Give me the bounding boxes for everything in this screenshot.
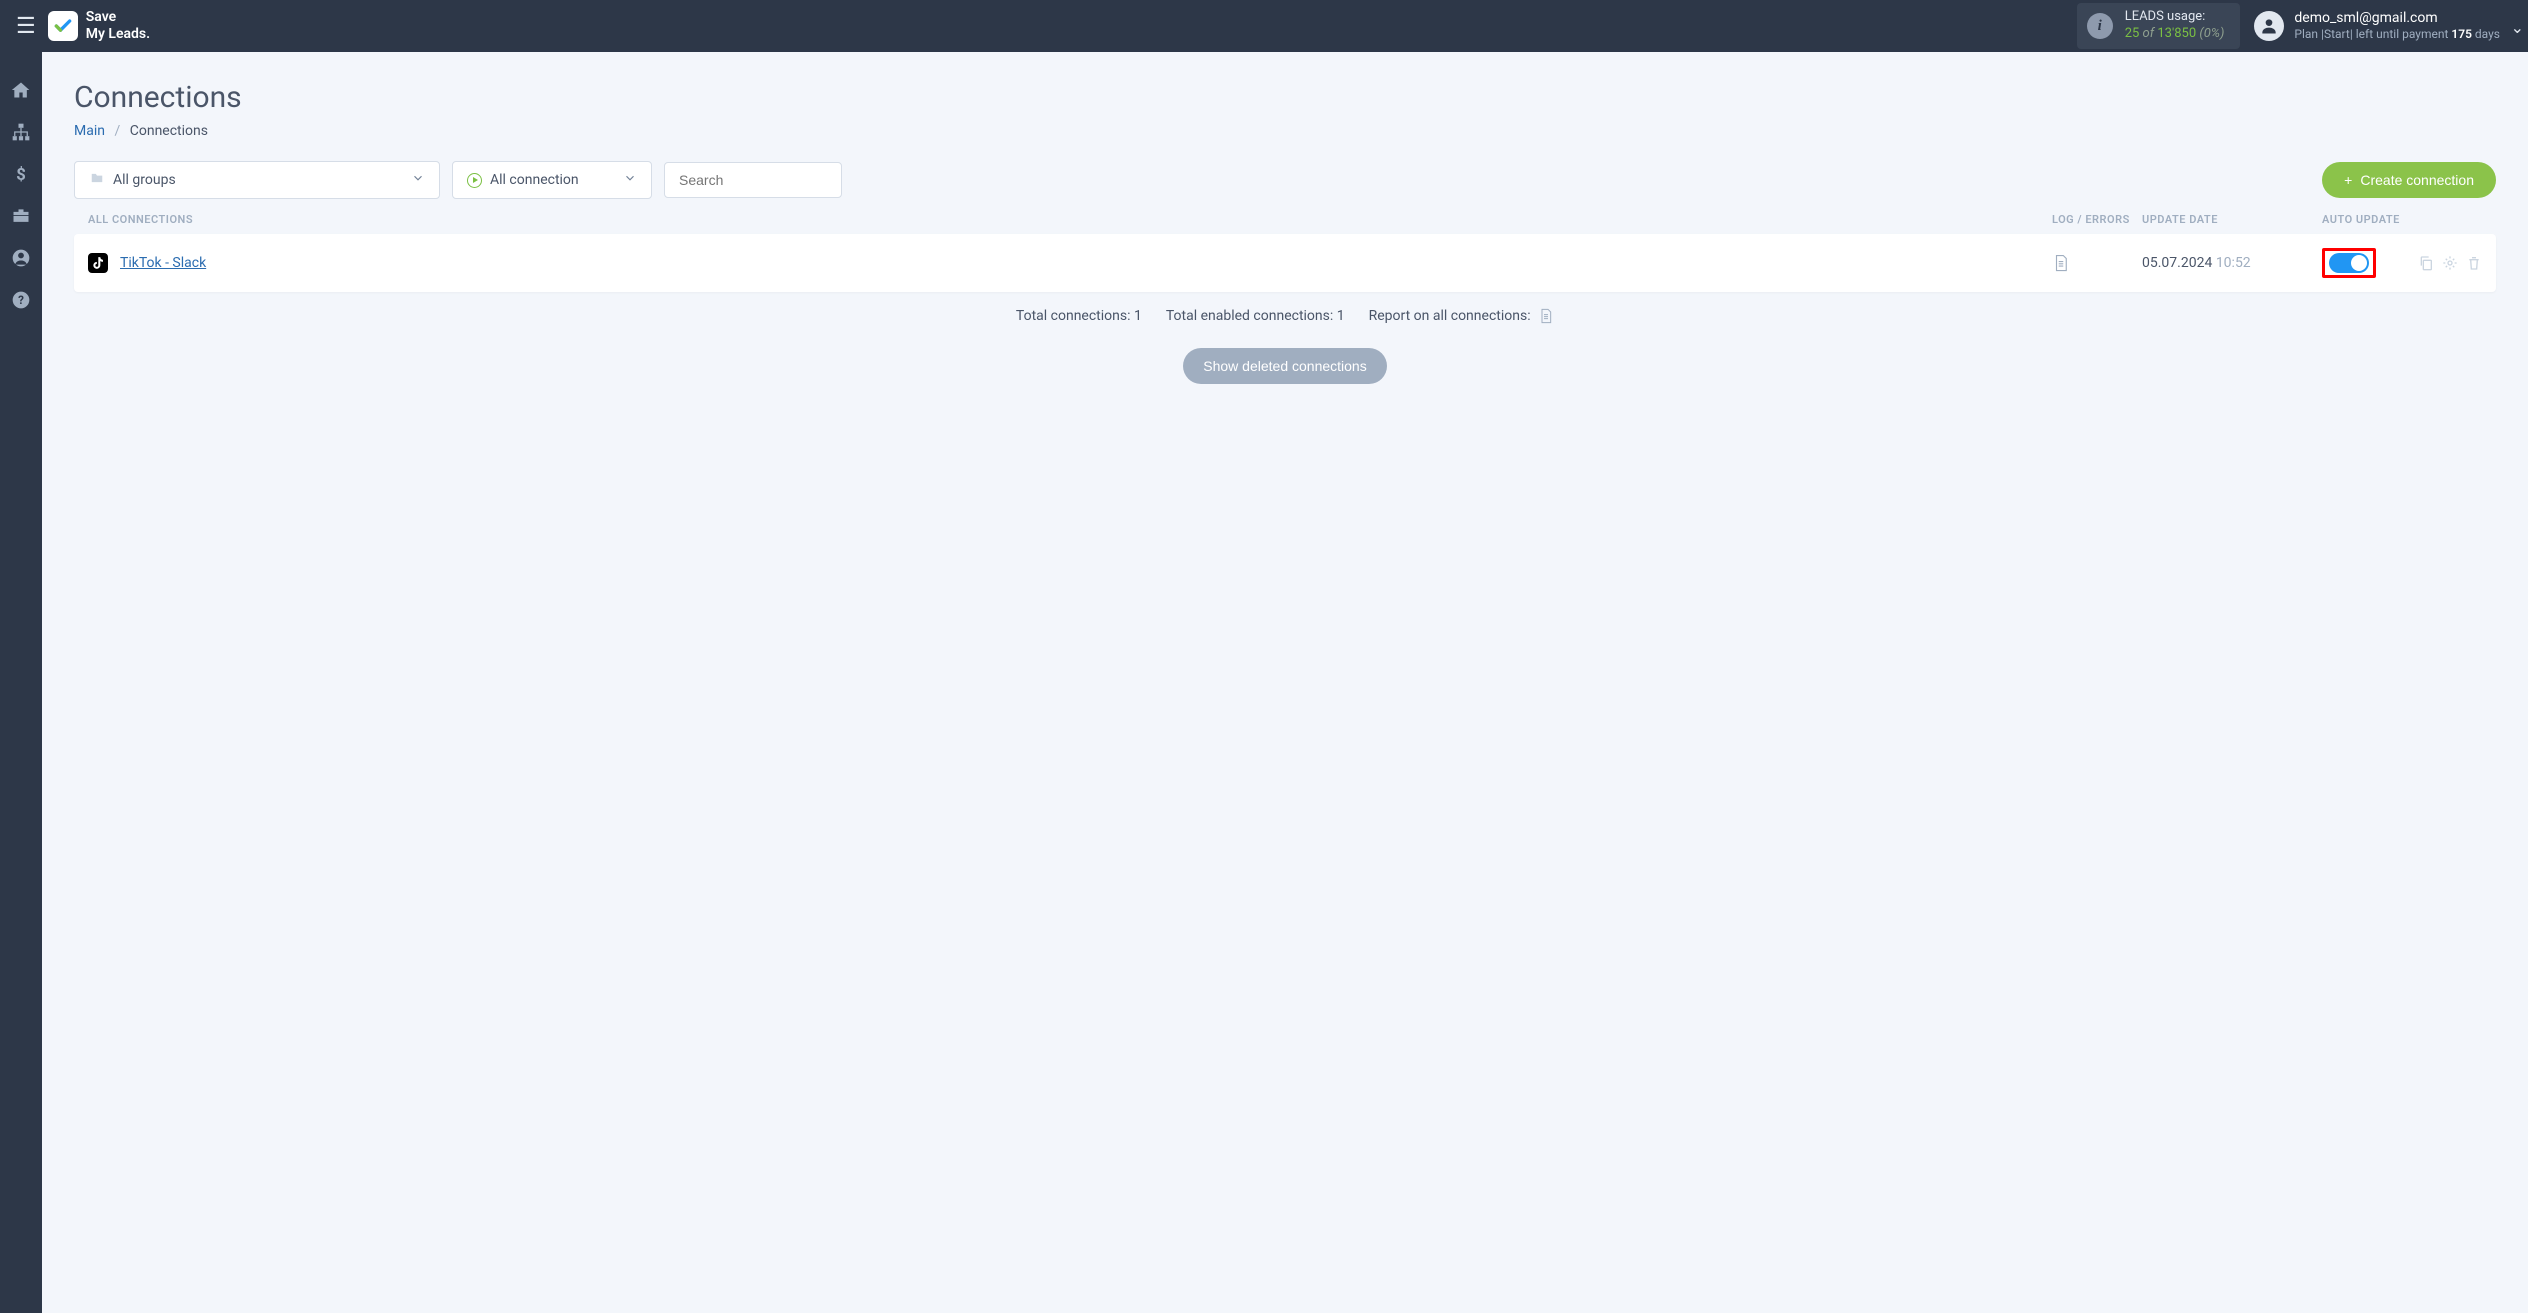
gear-icon[interactable] bbox=[2442, 255, 2458, 271]
connection-row: TikTok - Slack 05.07.2024 10:52 bbox=[74, 234, 2496, 292]
breadcrumb-main-link[interactable]: Main bbox=[74, 123, 105, 139]
status-select[interactable]: All connection bbox=[452, 161, 652, 199]
header-log: LOG / ERRORS bbox=[2052, 213, 2142, 226]
create-button-label: Create connection bbox=[2360, 172, 2474, 188]
folder-icon bbox=[89, 171, 105, 189]
total-connections: Total connections: 1 bbox=[1016, 308, 1142, 324]
show-deleted-button[interactable]: Show deleted connections bbox=[1183, 348, 1386, 384]
usage-text: LEADS usage: 25 of 13'850 (0%) bbox=[2125, 9, 2225, 43]
status-select-label: All connection bbox=[490, 172, 579, 188]
logo-icon bbox=[48, 11, 78, 41]
top-header: ☰ SaveMy Leads. i LEADS usage: 25 of 13'… bbox=[0, 0, 2528, 52]
document-icon bbox=[1538, 308, 1554, 324]
logo-text: SaveMy Leads. bbox=[86, 9, 150, 43]
main-content: Connections Main / Connections All group… bbox=[42, 52, 2528, 412]
help-icon[interactable]: ? bbox=[9, 288, 33, 312]
stats-row: Total connections: 1 Total enabled conne… bbox=[74, 308, 2496, 324]
log-icon[interactable] bbox=[2052, 254, 2142, 272]
breadcrumb-current: Connections bbox=[130, 123, 208, 139]
header-auto: AUTO UPDATE bbox=[2322, 213, 2482, 226]
filter-row: All groups All connection + Create conne… bbox=[74, 161, 2496, 199]
auto-update-cell bbox=[2322, 248, 2402, 278]
groups-select-label: All groups bbox=[113, 172, 176, 188]
info-icon: i bbox=[2087, 13, 2113, 39]
breadcrumb: Main / Connections bbox=[74, 123, 2496, 139]
header-date: UPDATE DATE bbox=[2142, 213, 2322, 226]
avatar-icon bbox=[2254, 11, 2284, 41]
copy-icon[interactable] bbox=[2418, 255, 2434, 271]
user-dropdown-chevron-icon[interactable]: ⌄ bbox=[2511, 18, 2524, 37]
dollar-icon[interactable]: $ bbox=[9, 162, 33, 186]
logo[interactable]: SaveMy Leads. bbox=[48, 9, 150, 43]
search-input[interactable] bbox=[664, 162, 842, 198]
svg-text:?: ? bbox=[18, 293, 24, 307]
report-link[interactable]: Report on all connections: bbox=[1369, 308, 1554, 324]
briefcase-icon[interactable] bbox=[9, 204, 33, 228]
auto-update-toggle[interactable] bbox=[2329, 253, 2369, 273]
trash-icon[interactable] bbox=[2466, 255, 2482, 271]
toggle-highlight bbox=[2322, 248, 2376, 278]
table-header: ALL CONNECTIONS LOG / ERRORS UPDATE DATE… bbox=[74, 213, 2496, 234]
svg-text:$: $ bbox=[16, 166, 26, 184]
row-actions bbox=[2402, 255, 2482, 271]
create-connection-button[interactable]: + Create connection bbox=[2322, 162, 2496, 198]
enabled-connections: Total enabled connections: 1 bbox=[1166, 308, 1345, 324]
plus-icon: + bbox=[2344, 172, 2352, 188]
menu-toggle-icon[interactable]: ☰ bbox=[8, 6, 44, 47]
header-name: ALL CONNECTIONS bbox=[88, 213, 2042, 226]
sitemap-icon[interactable] bbox=[9, 120, 33, 144]
breadcrumb-separator: / bbox=[114, 123, 120, 139]
groups-select[interactable]: All groups bbox=[74, 161, 440, 199]
sidebar: $ ? bbox=[0, 52, 42, 1313]
user-menu[interactable]: demo_sml@gmail.com Plan |Start| left unt… bbox=[2254, 9, 2520, 43]
home-icon[interactable] bbox=[9, 78, 33, 102]
update-date: 05.07.2024 10:52 bbox=[2142, 255, 2322, 271]
chevron-down-icon bbox=[411, 171, 425, 189]
connection-name-link[interactable]: TikTok - Slack bbox=[120, 255, 2042, 271]
leads-usage-box[interactable]: i LEADS usage: 25 of 13'850 (0%) bbox=[2077, 3, 2241, 49]
page-title: Connections bbox=[74, 80, 2496, 115]
user-icon[interactable] bbox=[9, 246, 33, 270]
chevron-down-icon bbox=[623, 171, 637, 189]
tiktok-icon bbox=[88, 253, 108, 273]
play-icon bbox=[467, 173, 482, 188]
user-info: demo_sml@gmail.com Plan |Start| left unt… bbox=[2294, 9, 2500, 43]
